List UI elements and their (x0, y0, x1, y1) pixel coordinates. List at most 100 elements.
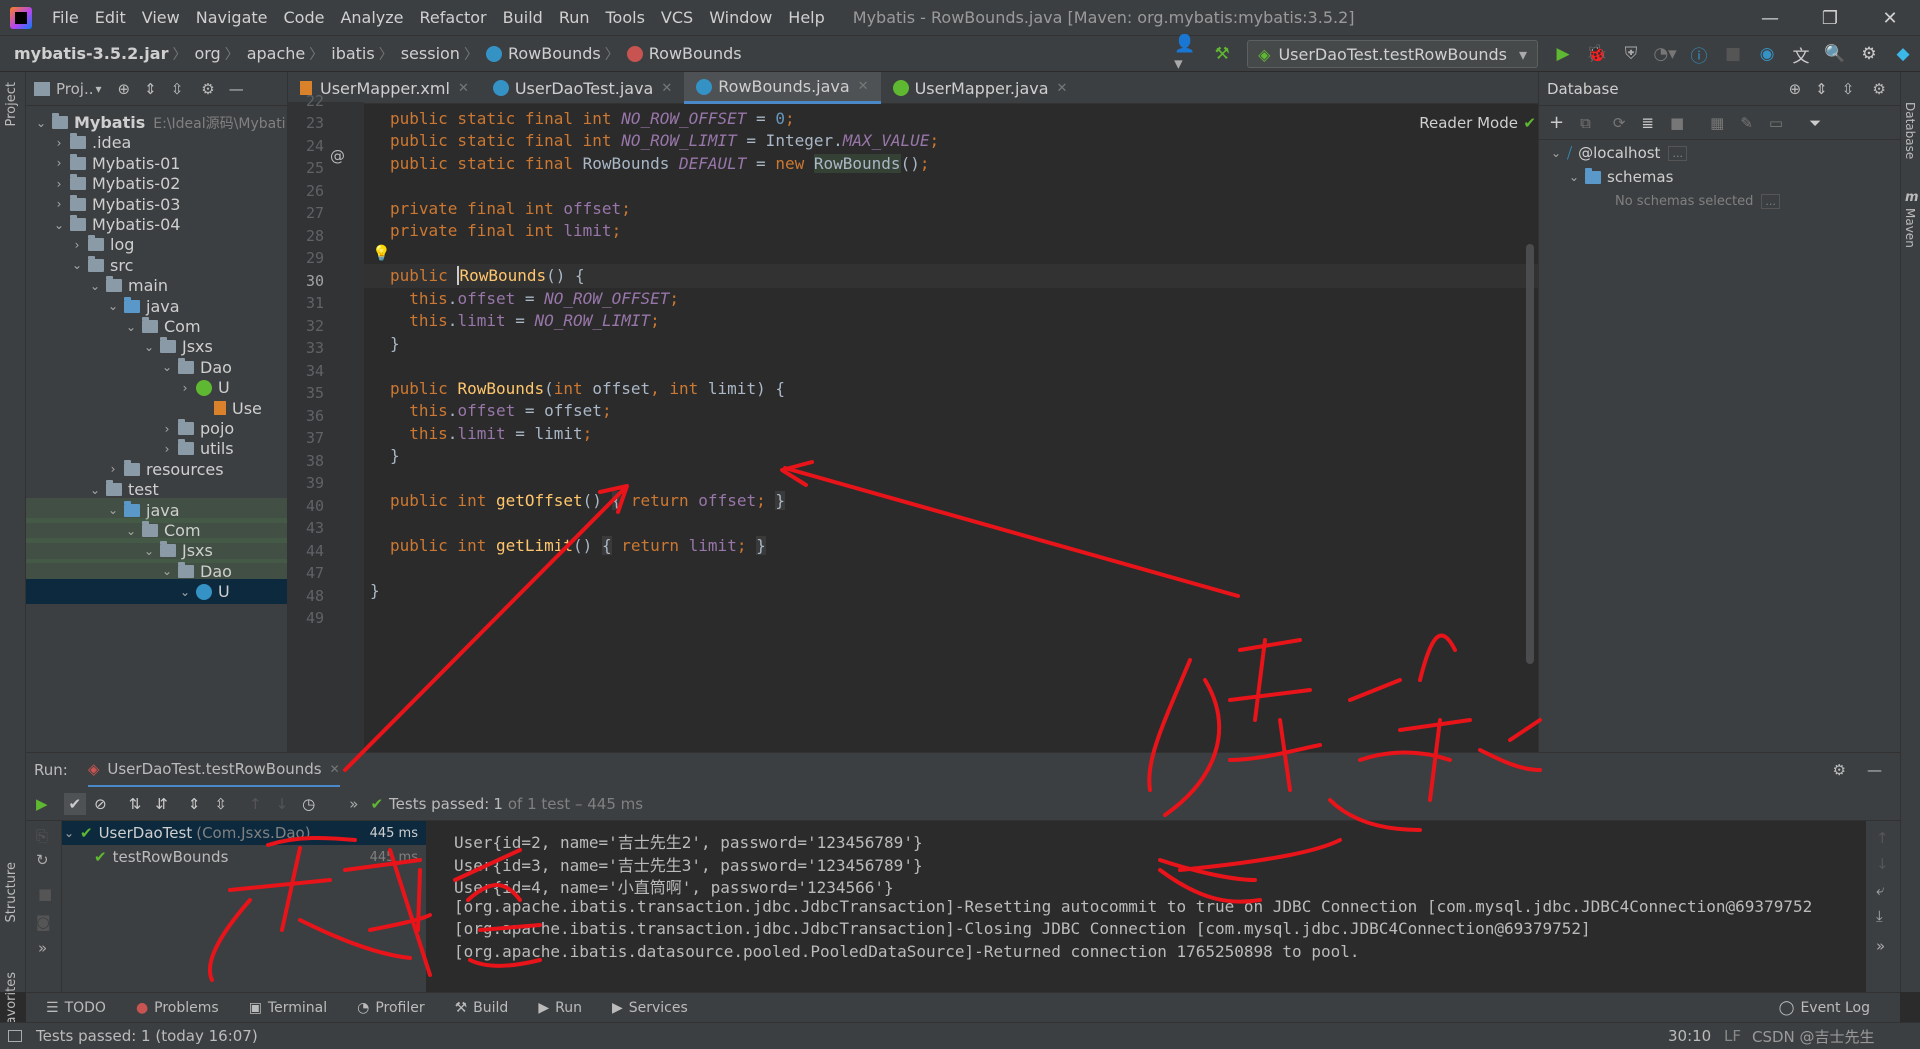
chevron-down-icon[interactable]: ⌄ (160, 360, 174, 374)
tab-rowbounds-java[interactable]: RowBounds.java ✕ (684, 72, 881, 104)
code-editor[interactable]: Reader Mode ✔ public static final int NO… (364, 104, 1538, 752)
menu-help[interactable]: Help (780, 8, 832, 27)
close-tab-icon[interactable]: ✕ (458, 81, 469, 96)
tree-item[interactable]: ⌄ U (26, 579, 287, 605)
problems-tool-button[interactable]: ● Problems (136, 1000, 219, 1016)
reader-mode-toggle[interactable]: Reader Mode (1419, 114, 1518, 132)
profile-icon[interactable]: ◔▾ (1651, 40, 1679, 68)
services-tool-button[interactable]: ▶ Services (612, 1000, 688, 1016)
user-icon[interactable]: 👤▾ (1174, 34, 1202, 74)
no-schemas-badge[interactable]: ... (1761, 194, 1780, 209)
build-hammer-icon[interactable]: ⚒ (1208, 40, 1236, 68)
add-icon[interactable]: + (1549, 112, 1564, 133)
menu-file[interactable]: File (44, 8, 87, 27)
soft-wrap-icon[interactable]: ⤶ (1876, 881, 1884, 899)
chevron-right-icon[interactable]: › (52, 197, 66, 211)
chevron-down-icon[interactable]: ⌄ (178, 585, 192, 599)
breadcrumb-session[interactable]: session (393, 44, 464, 63)
gear-icon[interactable]: ⚙ (1872, 80, 1885, 98)
breadcrumb-org[interactable]: org (186, 44, 224, 63)
status-panel-icon[interactable] (8, 1030, 22, 1042)
sort-alpha-icon[interactable]: ⇅ (129, 795, 142, 813)
run-config-select[interactable]: ◈ UserDaoTest.testRowBounds ▾ (1247, 40, 1538, 68)
project-tool-tab[interactable]: Project (4, 82, 19, 126)
restore-icon[interactable]: ❐ (1800, 0, 1860, 36)
event-log-button[interactable]: ◯ Event Log (1779, 1000, 1870, 1016)
close-tab-icon[interactable]: ✕ (1057, 81, 1068, 96)
collapse-all-icon[interactable]: ⇳ (214, 795, 227, 813)
caret-position[interactable]: 30:10 (1668, 1027, 1711, 1045)
chevron-down-icon[interactable]: ⌄ (62, 826, 76, 840)
run-icon[interactable]: ▶ (1549, 40, 1577, 68)
chevron-down-icon[interactable]: ⌄ (106, 299, 120, 313)
menu-refactor[interactable]: Refactor (412, 8, 495, 27)
test-suite-row[interactable]: ⌄ ✔ UserDaoTest (Com.Jsxs.Dao) 445 ms (62, 821, 426, 845)
breadcrumb-method[interactable]: RowBounds (619, 44, 746, 63)
rerun-failed-icon[interactable]: ↻ (36, 851, 49, 869)
chevron-right-icon[interactable]: › (160, 422, 174, 436)
hide-icon[interactable]: — (229, 80, 244, 98)
chevron-down-icon[interactable]: ⌄ (52, 218, 66, 232)
menu-build[interactable]: Build (495, 8, 551, 27)
chevron-down-icon[interactable]: ⌄ (70, 258, 84, 272)
profiler-tool-button[interactable]: ◔ Profiler (357, 1000, 425, 1016)
menu-code[interactable]: Code (276, 8, 333, 27)
close-tab-icon[interactable]: ✕ (330, 762, 340, 776)
menu-analyze[interactable]: Analyze (332, 8, 411, 27)
next-failed-icon[interactable]: ↓ (276, 795, 289, 813)
db-schemas-row[interactable]: ⌄ schemas (1567, 167, 1673, 186)
menu-tools[interactable]: Tools (598, 8, 653, 27)
stop-icon[interactable]: ■ (1719, 40, 1747, 68)
terminal-tool-button[interactable]: ▣ Terminal (249, 1000, 327, 1016)
chevron-right-icon[interactable]: › (178, 381, 192, 395)
chevron-down-icon[interactable]: ⌄ (142, 340, 156, 354)
coverage-icon[interactable]: ⛨ (1617, 40, 1645, 68)
scroll-up-icon[interactable]: ↑ (1876, 829, 1889, 847)
expand-all-icon[interactable]: ⇕ (144, 80, 157, 98)
lightbulb-icon[interactable]: 💡 (372, 244, 391, 262)
close-tab-icon[interactable]: ✕ (661, 81, 672, 96)
chevron-down-icon[interactable]: ▾ (96, 82, 102, 96)
console-output[interactable]: User{id=2, name='吉士先生2', password='12345… (446, 829, 1866, 993)
locate-icon[interactable]: ⊕ (118, 80, 131, 98)
stop-icon[interactable]: ■ (38, 885, 52, 903)
console-icon[interactable]: ▭ (1769, 114, 1783, 132)
scroll-to-end-icon[interactable]: ⤓ (1876, 907, 1883, 925)
chevron-down-icon[interactable]: ⌄ (88, 483, 102, 497)
help-circle-icon[interactable]: ⓘ (1685, 40, 1713, 68)
db-host-badge[interactable]: ... (1668, 145, 1687, 161)
breadcrumb-class[interactable]: RowBounds (478, 44, 605, 63)
plugin-icon[interactable]: ◆ (1889, 40, 1917, 68)
breadcrumb-jar[interactable]: mybatis-3.5.2.jar (0, 44, 172, 63)
chevron-down-icon[interactable]: ⌄ (160, 564, 174, 578)
edit-icon[interactable]: ✎ (1740, 114, 1753, 132)
camera-icon[interactable]: ◙ (36, 913, 51, 931)
override-at-marker[interactable]: @ (330, 147, 345, 165)
structure-tool-tab[interactable]: Structure (4, 862, 19, 922)
chevron-right-icon[interactable]: › (160, 442, 174, 456)
history-icon[interactable]: ◷ (302, 795, 315, 813)
tab-usermapper-java[interactable]: UserMapper.java ✕ (881, 72, 1080, 104)
close-icon[interactable]: ✕ (1860, 0, 1920, 36)
scroll-down-icon[interactable]: ↓ (1876, 855, 1889, 873)
db-host-row[interactable]: ⌄ ⧸ @localhost ... (1549, 144, 1687, 162)
collapse-all-icon[interactable]: ⇳ (171, 80, 184, 98)
stop-icon[interactable]: ■ (1670, 114, 1684, 132)
search-icon[interactable]: 🔍 (1821, 40, 1849, 68)
run-config-tab[interactable]: ◈ UserDaoTest.testRowBounds ✕ (87, 753, 340, 787)
menu-vcs[interactable]: VCS (653, 8, 701, 27)
chevron-right-icon[interactable]: › (52, 177, 66, 191)
chevron-down-icon[interactable]: ⌄ (1567, 170, 1581, 184)
menu-navigate[interactable]: Navigate (188, 8, 276, 27)
translate-icon[interactable]: 文 (1787, 40, 1815, 68)
menu-window[interactable]: Window (701, 8, 780, 27)
show-passed-icon[interactable]: ✔ (63, 792, 87, 815)
more-icon[interactable]: » (38, 939, 47, 957)
chevron-right-icon[interactable]: › (52, 136, 66, 150)
breadcrumb-ibatis[interactable]: ibatis (323, 44, 378, 63)
menu-edit[interactable]: Edit (87, 8, 134, 27)
table-icon[interactable]: ▦ (1710, 114, 1724, 132)
chevron-down-icon[interactable]: ⌄ (124, 320, 138, 334)
chevron-down-icon[interactable]: ⌄ (88, 279, 102, 293)
chevron-down-icon[interactable]: ⌄ (106, 503, 120, 517)
